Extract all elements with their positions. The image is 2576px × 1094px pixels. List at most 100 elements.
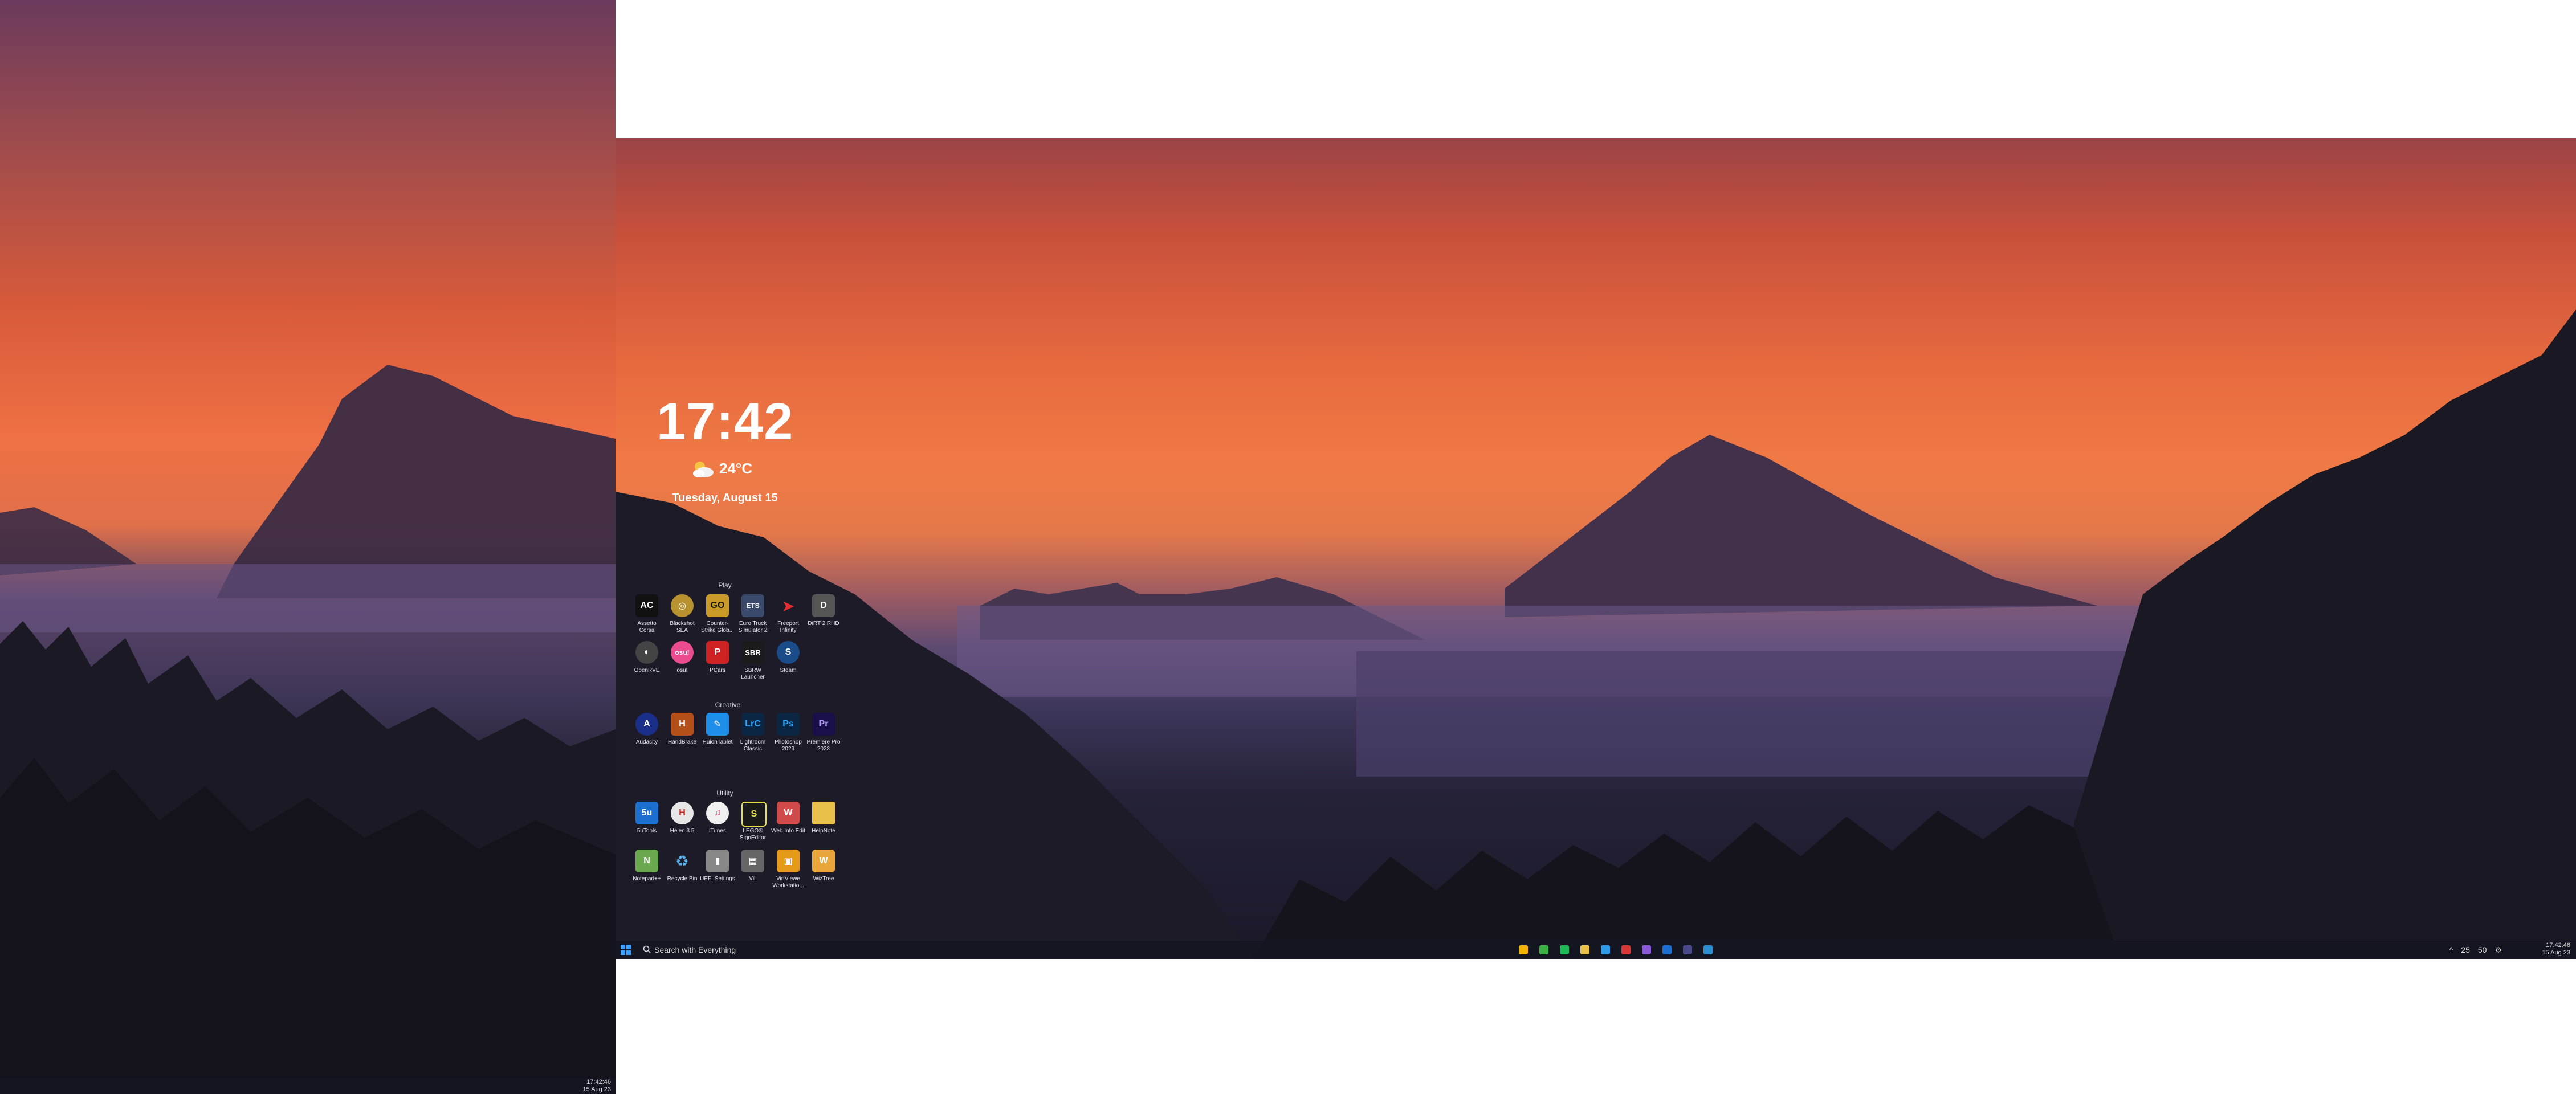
app-label: WizTree	[813, 876, 834, 882]
pinned-app-icon-7[interactable]	[1642, 945, 1651, 954]
mountain-scenery-left	[0, 365, 616, 1094]
search-placeholder: Search with Everything	[654, 945, 736, 954]
taskbar-main-time: 17:42:46	[2546, 942, 2570, 949]
app-label: Audacity	[635, 739, 658, 745]
5utools-icon: 5u	[635, 802, 658, 824]
app-vili[interactable]: ▤ Vili	[735, 850, 771, 894]
app-pcars[interactable]: P PCars	[700, 641, 735, 685]
group-title-utility: Utility	[716, 789, 733, 797]
app-itunes[interactable]: ♫ iTunes	[700, 802, 735, 846]
app-freeport[interactable]: ➤ Freeport Infinity	[771, 594, 806, 639]
app-dirt[interactable]: D DiRT 2 RHD	[806, 594, 841, 639]
pinned-app-icon-2[interactable]	[1539, 945, 1548, 954]
app-handbrake[interactable]: H HandBrake	[665, 713, 700, 757]
tray-text-2[interactable]: 50	[2478, 945, 2487, 955]
pinned-apps	[1519, 945, 1713, 954]
pinned-app-icon-9[interactable]	[1683, 945, 1692, 954]
app-label: HelpNote	[812, 828, 835, 834]
taskbar-main-clock[interactable]: 17:42:46 15 Aug 23	[2542, 942, 2570, 957]
app-notepadpp[interactable]: N Notepad++	[629, 850, 665, 894]
sbrw-icon: SBR	[741, 641, 764, 664]
huion-icon: ✎	[706, 713, 729, 736]
assetto-corsa-icon: AC	[635, 594, 658, 617]
app-label: iTunes	[709, 828, 726, 834]
app-label: Freeport Infinity	[777, 621, 799, 634]
app-label: Recycle Bin	[667, 876, 698, 882]
folder-icon	[812, 802, 835, 824]
app-wiztree[interactable]: W WizTree	[806, 850, 841, 894]
app-label: Blackshot SEA	[670, 621, 695, 634]
app-ets2[interactable]: ETS Euro Truck Simulator 2	[735, 594, 771, 639]
app-helpnote[interactable]: HelpNote	[806, 802, 841, 846]
app-label: Web Info Edit	[771, 828, 805, 834]
pinned-app-icon-10[interactable]	[1703, 945, 1713, 954]
app-vmware[interactable]: ▣ VirtViewe Workstatio...	[771, 850, 806, 894]
search-icon	[643, 945, 651, 953]
app-label: Vili	[749, 876, 757, 882]
app-uefi[interactable]: ▮ UEFI Settings	[700, 850, 735, 894]
widget-weather: 24°C	[684, 458, 775, 480]
app-label: UEFI Settings	[700, 876, 735, 882]
app-assetto-corsa[interactable]: AC Assetto Corsa	[629, 594, 665, 639]
pinned-app-icon-6[interactable]	[1621, 945, 1631, 954]
app-label: Steam	[780, 667, 797, 673]
tray-text-1[interactable]: 25	[2461, 945, 2470, 955]
pinned-app-icon-4[interactable]	[1580, 945, 1589, 954]
pinned-app-icon-3[interactable]	[1560, 945, 1569, 954]
app-huiontablet[interactable]: ✎ HuionTablet	[700, 713, 735, 757]
app-signeditor[interactable]: S LEGO® SignEditor	[735, 802, 771, 846]
wiztree-icon: W	[812, 850, 835, 872]
left-monitor: 17:42:46 15 Aug 23	[0, 0, 616, 1094]
app-photoshop[interactable]: Ps Photoshop 2023	[771, 713, 806, 757]
taskbar-search[interactable]: Search with Everything	[641, 944, 766, 956]
windows-start-icon[interactable]	[620, 944, 631, 956]
tray-chevron-icon[interactable]: ^	[2449, 945, 2453, 955]
uefi-icon: ▮	[706, 850, 729, 872]
photoshop-icon: Ps	[777, 713, 800, 736]
app-osu[interactable]: osu! osu!	[665, 641, 700, 685]
app-webinfo[interactable]: W Web Info Edit	[771, 802, 806, 846]
main-monitor: 17:42 24°C Tuesday, August 15 Play AC As…	[616, 138, 2576, 959]
app-label: Helen 3.5	[670, 828, 695, 834]
app-blackshot-sea[interactable]: ◎ Blackshot SEA	[665, 594, 700, 639]
app-sbrw[interactable]: SBR SBRW Launcher	[735, 641, 771, 685]
app-label: Notepad++	[633, 876, 661, 882]
app-csgo[interactable]: GO Counter-Strike Glob...	[700, 594, 735, 639]
app-label: Assetto Corsa	[637, 621, 657, 634]
pinned-app-icon-1[interactable]	[1519, 945, 1528, 954]
taskbar-main: Search with Everything ^ 25 50 ⚙ 17:42:4…	[616, 941, 2576, 959]
app-label: HandBrake	[667, 739, 697, 745]
group-title-creative: Creative	[715, 701, 741, 709]
gear-icon[interactable]: ⚙	[2495, 945, 2502, 955]
app-label: Premiere Pro 2023	[806, 739, 841, 752]
pinned-app-icon-5[interactable]	[1601, 945, 1610, 954]
app-openrve[interactable]: ◐ OpenRVE	[629, 641, 665, 685]
vili-icon: ▤	[741, 850, 764, 872]
signeditor-icon: S	[741, 802, 767, 827]
recycle-bin-icon: ♻	[675, 852, 689, 870]
openrve-icon: ◐	[635, 641, 658, 664]
taskbar-left-clock[interactable]: 17:42:46 15 Aug 23	[582, 1079, 611, 1093]
app-helen[interactable]: H Helen 3.5	[665, 802, 700, 846]
dirt-icon: D	[812, 594, 835, 617]
pcars-icon: P	[706, 641, 729, 664]
widget-temperature: 24°C	[719, 460, 753, 477]
osu-icon: osu!	[671, 641, 694, 664]
blackshot-icon: ◎	[671, 594, 694, 617]
system-tray: ^ 25 50 ⚙	[2449, 945, 2502, 955]
app-lightroom[interactable]: LrC Lightroom Classic	[735, 713, 771, 757]
app-label: Photoshop 2023	[775, 739, 802, 752]
audacity-icon: A	[635, 713, 658, 736]
app-label: DiRT 2 RHD	[808, 621, 839, 627]
helen-icon: H	[671, 802, 694, 824]
app-premiere[interactable]: Pr Premiere Pro 2023	[806, 713, 841, 757]
app-label: Counter-Strike Glob...	[701, 621, 734, 634]
app-recycle-bin[interactable]: ♻ Recycle Bin	[665, 850, 700, 894]
app-label: 5uTools	[637, 828, 657, 834]
notepadpp-icon: N	[635, 850, 658, 872]
handbrake-icon: H	[671, 713, 694, 736]
pinned-app-icon-8[interactable]	[1662, 945, 1672, 954]
app-audacity[interactable]: A Audacity	[629, 713, 665, 757]
app-5utools[interactable]: 5u 5uTools	[629, 802, 665, 846]
app-steam[interactable]: S Steam	[771, 641, 806, 685]
